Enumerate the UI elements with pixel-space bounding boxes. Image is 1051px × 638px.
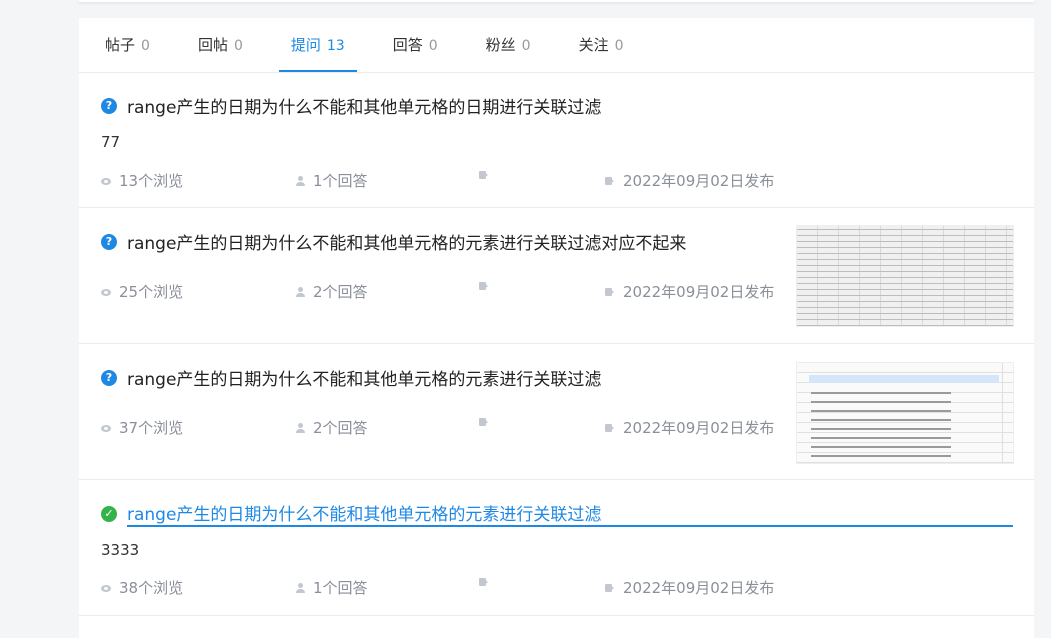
question-mark-icon: ? xyxy=(101,233,117,250)
tab-posts[interactable]: 帖子 0 xyxy=(93,18,162,72)
tab-label: 回答 xyxy=(392,36,423,54)
check-icon: ✓ xyxy=(101,505,117,522)
question-title-row: ? range产生的日期为什么不能和其他单元格的元素进行关联过滤 xyxy=(101,365,601,390)
answers-count: 1个回答 xyxy=(313,579,368,597)
date-stat: 2022年09月02日发布 xyxy=(605,577,774,598)
question-item: ? range产生的日期为什么不能和其他单元格的元素进行关联过滤 37个浏览 2… xyxy=(79,344,1034,480)
tab-count: 0 xyxy=(521,38,531,54)
selected-row-highlight xyxy=(809,375,999,383)
question-meta: 37个浏览 2个回答 2022年09月02日发布 xyxy=(101,417,801,437)
question-item: ? range产生的日期为什么不能和其他单元格的日期进行关联过滤 77 13个浏… xyxy=(79,73,1034,208)
tab-count: 0 xyxy=(141,38,150,54)
date-stat: 2022年09月02日发布 xyxy=(605,170,774,191)
eye-icon xyxy=(101,287,111,297)
date-stat: 2022年09月02日发布 xyxy=(605,281,774,302)
tab-label: 粉丝 xyxy=(485,36,516,54)
question-title-row: ? range产生的日期为什么不能和其他单元格的日期进行关联过滤 xyxy=(101,93,601,118)
eye-icon xyxy=(101,423,111,433)
user-icon xyxy=(295,286,305,297)
thumbnail-scrollbar xyxy=(1002,363,1013,463)
tab-label: 关注 xyxy=(578,36,609,54)
tag-icon xyxy=(479,170,489,180)
tag-icon xyxy=(605,583,615,593)
question-title-link[interactable]: range产生的日期为什么不能和其他单元格的元素进行关联过滤 xyxy=(127,500,1013,527)
tag-stat[interactable] xyxy=(479,170,497,180)
question-item: ✓ range产生的日期为什么不能和其他单元格的元素进行关联过滤 3333 38… xyxy=(79,480,1034,616)
tag-icon xyxy=(479,577,489,587)
question-meta: 25个浏览 2个回答 2022年09月02日发布 xyxy=(101,281,801,301)
answers-stat: 1个回答 xyxy=(295,170,368,191)
spreadsheet-thumbnail[interactable] xyxy=(796,225,1014,327)
question-title-row: ? range产生的日期为什么不能和其他单元格的元素进行关联过滤对应不起来 xyxy=(101,229,686,254)
tab-questions[interactable]: 提问 13 xyxy=(278,18,357,72)
tab-count: 0 xyxy=(614,38,624,54)
publish-date: 2022年09月02日发布 xyxy=(623,419,775,437)
spreadsheet-thumbnail[interactable] xyxy=(796,362,1014,464)
tag-icon xyxy=(479,417,489,427)
views-count: 37个浏览 xyxy=(119,419,184,437)
tag-icon xyxy=(605,176,615,186)
answers-count: 1个回答 xyxy=(313,172,368,190)
question-excerpt: 3333 xyxy=(101,541,140,559)
views-count: 13个浏览 xyxy=(119,172,184,190)
publish-date: 2022年09月02日发布 xyxy=(623,283,775,301)
tag-stat[interactable] xyxy=(479,281,497,291)
user-icon xyxy=(295,582,305,593)
tab-count: 0 xyxy=(428,38,438,54)
question-item: ? range产生的日期为什么不能和其他单元格的元素进行关联过滤对应不起来 25… xyxy=(79,208,1034,344)
tab-replies[interactable]: 回帖 0 xyxy=(186,18,255,72)
tab-answers[interactable]: 回答 0 xyxy=(381,18,450,72)
user-activity-panel: 帖子 0 回帖 0 提问 13 回答 0 粉丝 0 关注 0 ? range产生的日期为什么… xyxy=(79,18,1034,638)
question-excerpt: 77 xyxy=(101,133,121,151)
top-card-edge xyxy=(79,0,1034,2)
publish-date: 2022年09月02日发布 xyxy=(623,172,775,190)
activity-tabs: 帖子 0 回帖 0 提问 13 回答 0 粉丝 0 关注 0 xyxy=(79,18,1034,73)
tag-stat[interactable] xyxy=(479,417,497,427)
views-count: 38个浏览 xyxy=(119,579,184,597)
views-stat: 13个浏览 xyxy=(101,170,183,191)
tab-count: 13 xyxy=(326,38,345,54)
user-icon xyxy=(295,422,305,433)
tab-label: 帖子 xyxy=(105,36,136,54)
question-title-link[interactable]: range产生的日期为什么不能和其他单元格的日期进行关联过滤 xyxy=(127,93,601,118)
tag-icon xyxy=(605,423,615,433)
date-stat: 2022年09月02日发布 xyxy=(605,417,774,438)
question-title-link[interactable]: range产生的日期为什么不能和其他单元格的元素进行关联过滤对应不起来 xyxy=(127,229,686,254)
tab-label: 回帖 xyxy=(197,36,228,54)
question-meta: 13个浏览 1个回答 2022年09月02日发布 xyxy=(101,170,801,190)
tag-stat[interactable] xyxy=(479,577,497,587)
question-mark-icon: ? xyxy=(101,369,117,386)
tag-icon xyxy=(479,281,489,291)
answers-count: 2个回答 xyxy=(313,283,368,301)
tab-count: 0 xyxy=(233,38,243,54)
user-icon xyxy=(295,175,305,186)
tab-followers[interactable]: 粉丝 0 xyxy=(474,18,543,72)
question-title-row: ✓ range产生的日期为什么不能和其他单元格的元素进行关联过滤 xyxy=(101,500,1013,527)
answers-count: 2个回答 xyxy=(313,419,368,437)
views-count: 25个浏览 xyxy=(119,283,184,301)
eye-icon xyxy=(101,176,111,186)
eye-icon xyxy=(101,583,111,593)
publish-date: 2022年09月02日发布 xyxy=(623,579,775,597)
thumbnail-rows xyxy=(811,387,951,457)
question-meta: 38个浏览 1个回答 2022年09月02日发布 xyxy=(101,577,801,597)
answers-stat: 2个回答 xyxy=(295,417,368,438)
question-mark-icon: ? xyxy=(101,97,117,114)
views-stat: 37个浏览 xyxy=(101,417,183,438)
answers-stat: 2个回答 xyxy=(295,281,368,302)
views-stat: 25个浏览 xyxy=(101,281,183,302)
answers-stat: 1个回答 xyxy=(295,577,368,598)
views-stat: 38个浏览 xyxy=(101,577,183,598)
tab-label: 提问 xyxy=(290,36,321,54)
tag-icon xyxy=(605,287,615,297)
tab-following[interactable]: 关注 0 xyxy=(567,18,636,72)
question-title-link[interactable]: range产生的日期为什么不能和其他单元格的元素进行关联过滤 xyxy=(127,365,601,390)
